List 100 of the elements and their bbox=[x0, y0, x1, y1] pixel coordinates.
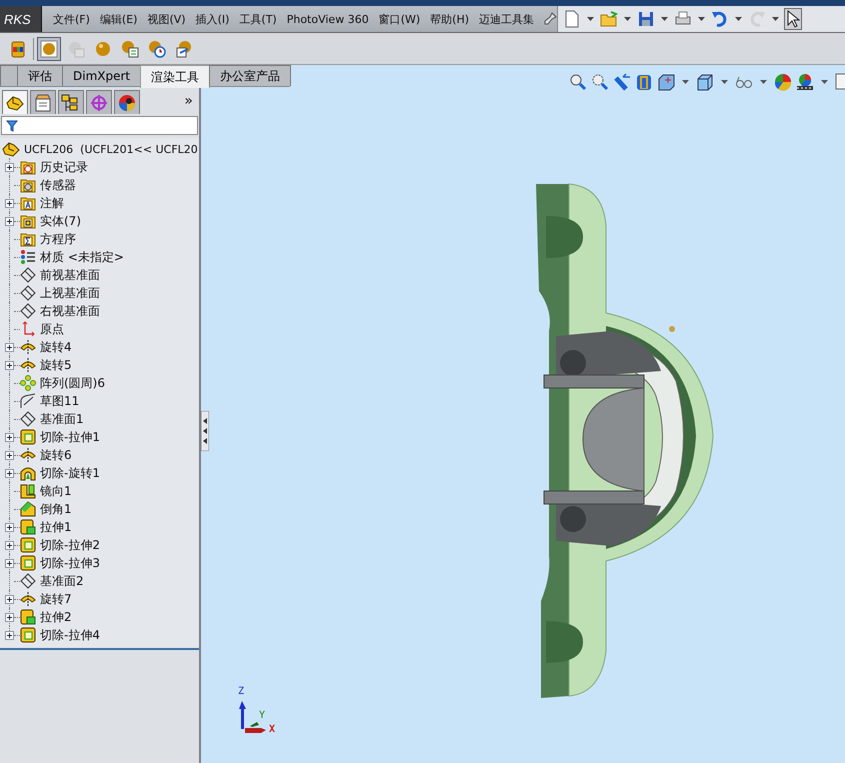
caret-icon[interactable] bbox=[587, 17, 594, 21]
feature-item[interactable]: 拉伸2 bbox=[40, 608, 72, 626]
render-preview-button[interactable] bbox=[37, 36, 61, 60]
revolve-icon bbox=[20, 357, 36, 373]
feature-item[interactable]: 切除-旋转1 bbox=[40, 464, 100, 482]
menu-item[interactable]: 工具(T) bbox=[234, 12, 282, 26]
caret-icon[interactable] bbox=[682, 80, 689, 84]
caret-icon[interactable] bbox=[698, 17, 706, 21]
feature-item[interactable]: 注解 bbox=[40, 194, 64, 212]
feature-item[interactable]: 旋转7 bbox=[40, 590, 72, 608]
menu-item[interactable]: 插入(I) bbox=[190, 12, 234, 26]
menu-item[interactable]: 视图(V) bbox=[142, 12, 191, 26]
expand-icon[interactable] bbox=[5, 450, 14, 460]
command-tab[interactable]: 办公室产品 bbox=[209, 65, 292, 86]
caret-icon[interactable] bbox=[735, 17, 742, 21]
feature-item[interactable]: 切除-拉伸2 bbox=[40, 536, 100, 554]
expand-icon[interactable] bbox=[5, 594, 14, 604]
feature-item[interactable]: 基准面1 bbox=[40, 410, 84, 428]
feature-item[interactable]: 传感器 bbox=[40, 176, 76, 194]
menu-item[interactable]: 帮助(H) bbox=[425, 12, 474, 26]
feature-item[interactable]: 草图11 bbox=[40, 392, 80, 410]
command-tab[interactable]: 评估 bbox=[17, 65, 63, 86]
feature-item[interactable]: 镜向1 bbox=[40, 482, 72, 500]
caret-icon[interactable] bbox=[772, 17, 780, 21]
menu-item[interactable]: 窗口(W) bbox=[374, 12, 426, 26]
x-axis-arrow bbox=[245, 728, 266, 733]
feature-item[interactable]: 方程序 bbox=[40, 230, 76, 248]
expand-icon[interactable] bbox=[5, 612, 14, 622]
open-folder-icon bbox=[600, 10, 618, 28]
menu-item[interactable]: PhotoView 360 bbox=[282, 12, 374, 26]
feature-tree-tab[interactable] bbox=[2, 90, 28, 114]
x-axis-label: X bbox=[269, 725, 276, 735]
zoom-area-icon[interactable] bbox=[591, 72, 609, 90]
expand-icon[interactable] bbox=[5, 198, 14, 208]
gauge-folder-icon bbox=[20, 177, 36, 193]
feature-item[interactable]: 旋转6 bbox=[40, 446, 72, 464]
configuration-tab[interactable] bbox=[58, 90, 84, 114]
feature-item[interactable]: 切除-拉伸1 bbox=[40, 428, 100, 446]
select-button[interactable] bbox=[784, 8, 802, 30]
caret-icon[interactable] bbox=[661, 17, 668, 21]
expand-icon[interactable] bbox=[5, 216, 14, 226]
color-sphere-icon[interactable] bbox=[774, 72, 792, 90]
menu-item[interactable]: 文件(F) bbox=[48, 12, 95, 26]
expand-icon[interactable] bbox=[5, 360, 14, 370]
feature-item[interactable]: 前视基准面 bbox=[40, 266, 100, 284]
expand-icon[interactable] bbox=[5, 522, 14, 532]
feature-item[interactable]: 旋转4 bbox=[40, 338, 72, 356]
circular-pattern-icon bbox=[20, 375, 36, 391]
plane-icon bbox=[20, 267, 36, 283]
feature-item[interactable]: 历史记录 bbox=[40, 158, 88, 176]
expand-icon[interactable] bbox=[5, 468, 14, 478]
plane-icon bbox=[20, 303, 36, 319]
z-axis-arrow bbox=[239, 701, 246, 729]
view-orientation-icon[interactable] bbox=[657, 72, 675, 90]
feature-item[interactable]: 原点 bbox=[40, 320, 64, 338]
display-tab[interactable] bbox=[114, 90, 140, 114]
feature-item[interactable]: 基准面2 bbox=[40, 572, 84, 590]
feature-item[interactable]: 切除-拉伸3 bbox=[40, 554, 100, 572]
expand-icon[interactable] bbox=[5, 432, 14, 442]
feature-item[interactable]: 切除-拉伸4 bbox=[40, 626, 100, 644]
revolve-icon bbox=[20, 447, 36, 463]
previous-view-icon[interactable] bbox=[613, 72, 631, 90]
expand-icon[interactable] bbox=[5, 558, 14, 568]
feature-item[interactable]: 倒角1 bbox=[40, 500, 72, 518]
zoom-fit-icon[interactable] bbox=[569, 72, 587, 90]
render-preview-icon bbox=[39, 38, 59, 58]
expand-icon[interactable] bbox=[5, 540, 14, 550]
caret-icon[interactable] bbox=[624, 17, 632, 21]
expand-icon[interactable] bbox=[5, 162, 14, 172]
filter-field[interactable] bbox=[1, 116, 198, 135]
expand-icon[interactable] bbox=[5, 630, 14, 640]
cube-icon[interactable] bbox=[696, 72, 714, 90]
feature-item[interactable]: 阵列(圆周)6 bbox=[40, 374, 105, 392]
command-tab[interactable]: DimXpert bbox=[62, 65, 142, 86]
section-view-icon[interactable] bbox=[635, 72, 653, 90]
expand-icon[interactable] bbox=[5, 342, 14, 352]
caret-icon[interactable] bbox=[760, 80, 767, 84]
feature-item[interactable]: 上视基准面 bbox=[40, 284, 100, 302]
feature-item[interactable]: 旋转5 bbox=[40, 356, 72, 374]
revolve-icon bbox=[20, 339, 36, 355]
feature-item[interactable]: 材质 <未指定> bbox=[40, 248, 124, 266]
command-tab[interactable]: 渲染工具 bbox=[140, 65, 210, 88]
window-icon[interactable] bbox=[835, 72, 845, 90]
more-tabs-button[interactable]: » bbox=[184, 93, 193, 109]
property-tab[interactable] bbox=[30, 90, 56, 114]
part-name[interactable]: UCFL206 (UCFL201<< UCFL20 bbox=[24, 142, 198, 156]
menu-item[interactable]: 编辑(E) bbox=[94, 12, 142, 26]
caret-icon[interactable] bbox=[721, 80, 728, 84]
scene-icon[interactable] bbox=[796, 72, 814, 90]
feature-item[interactable]: 拉伸1 bbox=[40, 518, 72, 536]
feature-item[interactable]: 实体(7) bbox=[40, 212, 81, 230]
pin-icon[interactable] bbox=[543, 12, 558, 26]
cut-revolve-icon bbox=[20, 465, 36, 481]
filter-icon[interactable] bbox=[6, 120, 18, 132]
caret-icon[interactable] bbox=[821, 80, 828, 84]
collapse-handle[interactable] bbox=[201, 411, 209, 451]
menu-item[interactable]: 迈迪工具集 bbox=[474, 12, 540, 26]
part-icon bbox=[2, 141, 20, 157]
annotation-folder-icon bbox=[20, 195, 36, 211]
feature-item[interactable]: 右视基准面 bbox=[40, 302, 100, 320]
